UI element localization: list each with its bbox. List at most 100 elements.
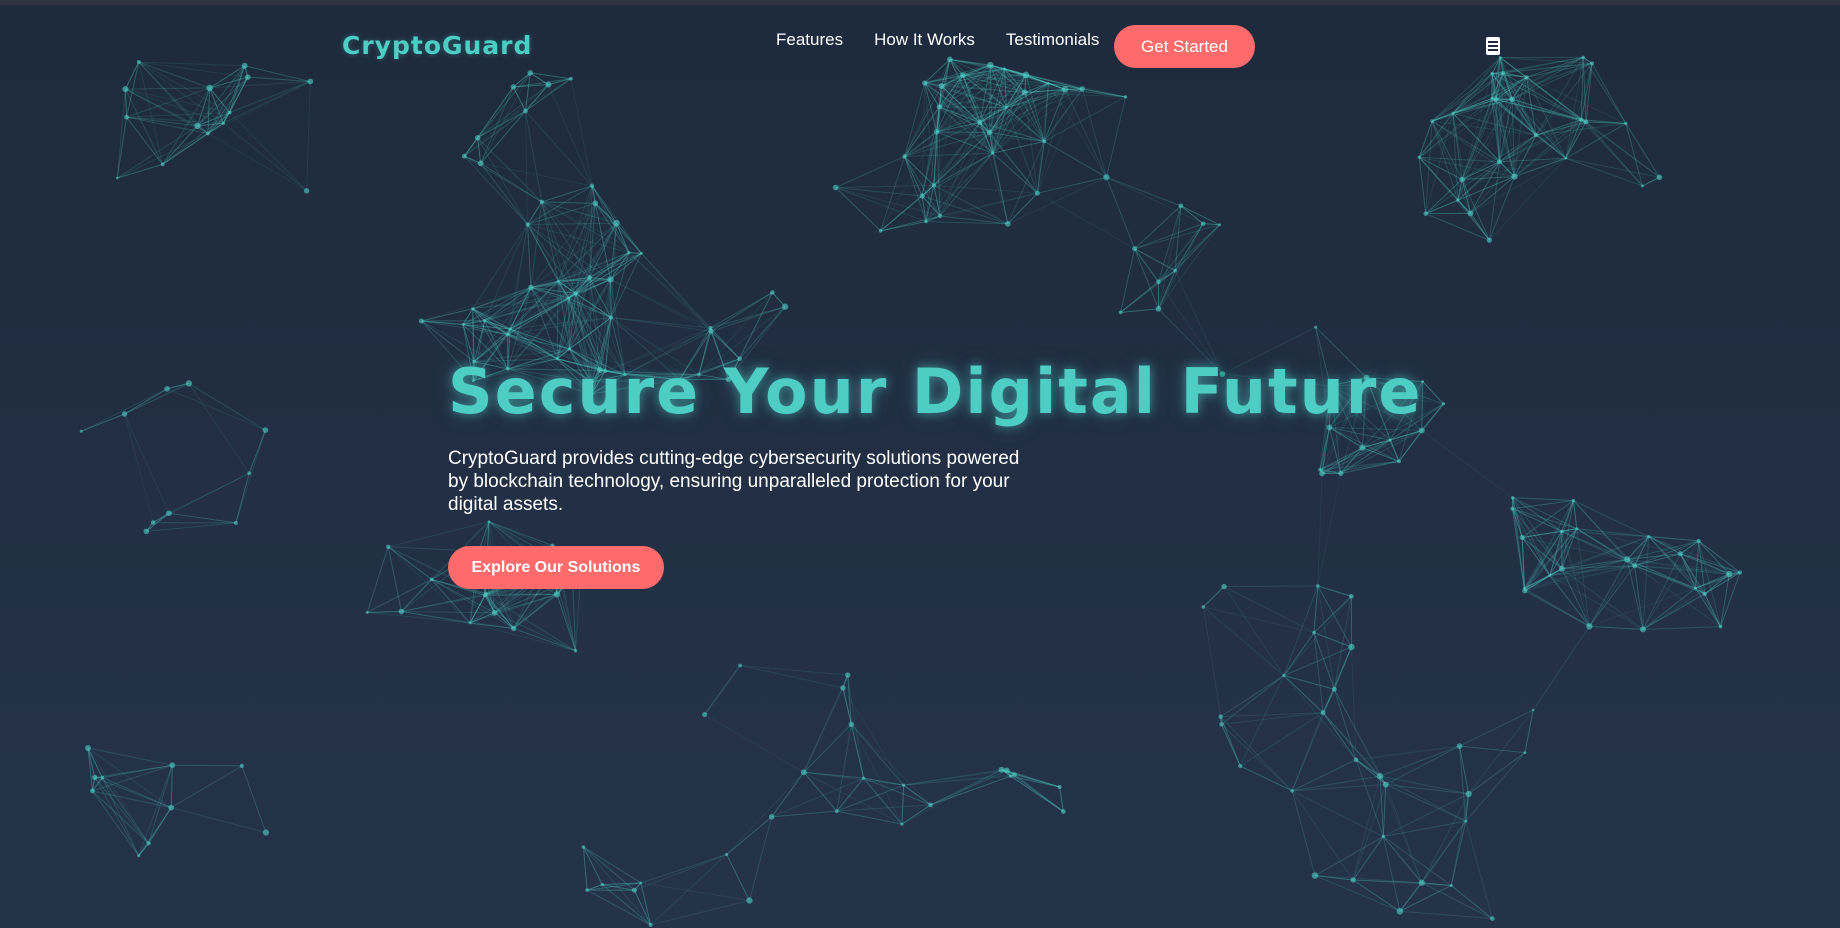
network-node	[746, 897, 753, 904]
network-link	[1418, 157, 1427, 214]
network-link	[1470, 134, 1537, 214]
network-node	[1012, 772, 1017, 777]
network-link	[1399, 910, 1493, 920]
network-link	[570, 78, 593, 186]
network-link	[1565, 123, 1627, 159]
network-link	[366, 546, 389, 613]
network-node	[1201, 605, 1206, 609]
nav-link-how-it-works[interactable]: How It Works	[874, 30, 975, 50]
network-node	[1510, 506, 1515, 511]
network-node	[1396, 907, 1404, 915]
nav-link-features[interactable]: Features	[776, 30, 843, 50]
network-node	[545, 81, 552, 88]
network-link	[1202, 606, 1222, 717]
network-link	[1044, 96, 1126, 142]
network-link	[640, 882, 750, 901]
network-link	[168, 472, 250, 514]
network-link	[480, 162, 529, 225]
network-node	[1047, 81, 1050, 85]
network-link	[477, 84, 549, 139]
network-node	[1464, 819, 1468, 823]
network-link	[1589, 625, 1643, 630]
network-link	[989, 65, 991, 133]
network-link	[209, 65, 245, 89]
network-link	[80, 388, 168, 432]
network-link	[235, 473, 250, 524]
network-link	[387, 546, 432, 580]
network-link	[1202, 586, 1225, 608]
network-node	[928, 802, 933, 808]
network-node	[1021, 89, 1028, 96]
network-link	[172, 764, 242, 767]
network-node	[609, 315, 614, 320]
network-link	[1291, 790, 1354, 881]
network-node	[977, 119, 983, 125]
network-link	[1044, 140, 1107, 178]
nav-link-testimonials[interactable]: Testimonials	[1006, 30, 1100, 50]
network-node	[525, 222, 530, 227]
network-link	[1549, 575, 1644, 630]
network-link	[1565, 157, 1643, 187]
network-node	[1523, 751, 1527, 754]
network-link	[939, 106, 1007, 108]
network-node	[702, 711, 708, 718]
network-node	[1331, 686, 1337, 692]
network-node	[1548, 574, 1552, 577]
network-node	[569, 76, 573, 81]
network-link	[1642, 626, 1721, 630]
network-node	[1456, 198, 1460, 202]
network-node	[1381, 834, 1386, 839]
network-node	[1079, 86, 1085, 92]
network-node	[1338, 470, 1344, 476]
network-link	[930, 775, 1011, 806]
network-link	[1383, 820, 1466, 838]
network-link	[771, 810, 837, 818]
network-link	[484, 593, 557, 597]
network-link	[469, 622, 576, 652]
network-node	[708, 328, 714, 334]
network-link	[1120, 308, 1159, 313]
network-node	[1581, 55, 1585, 60]
network-node	[1353, 757, 1359, 763]
network-link	[1313, 585, 1319, 633]
network-node	[1156, 279, 1161, 284]
network-link	[81, 413, 125, 432]
network-link	[464, 84, 549, 157]
network-node	[922, 80, 928, 86]
network-node	[1057, 784, 1062, 790]
network-link	[640, 854, 727, 884]
network-node	[627, 251, 631, 255]
network-node	[848, 721, 855, 728]
network-node	[936, 104, 942, 110]
network-link	[1642, 536, 1650, 630]
network-node	[227, 110, 232, 115]
network-node	[508, 327, 512, 331]
network-link	[863, 777, 904, 786]
network-node	[1623, 556, 1631, 563]
network-link	[170, 765, 173, 808]
network-link	[1565, 157, 1660, 178]
network-link	[634, 854, 727, 891]
network-node	[1511, 173, 1518, 180]
network-node	[510, 84, 517, 90]
network-node	[239, 763, 244, 768]
network-node	[1282, 673, 1286, 678]
network-link	[924, 82, 935, 186]
get-started-button[interactable]: Get Started	[1114, 25, 1255, 68]
network-node	[1218, 223, 1222, 227]
brand-logo[interactable]: CryptoGuard	[342, 31, 532, 60]
explore-solutions-button[interactable]: Explore Our Solutions	[448, 546, 664, 589]
network-node	[491, 609, 498, 616]
network-node	[934, 129, 940, 135]
network-link	[1382, 784, 1387, 837]
network-link	[904, 152, 993, 157]
network-link	[1698, 540, 1741, 573]
network-node	[1575, 527, 1579, 531]
hamburger-menu-icon[interactable]	[1486, 37, 1500, 55]
network-node	[233, 520, 238, 526]
network-link	[650, 854, 727, 926]
network-link	[1385, 745, 1460, 785]
network-node	[1314, 325, 1318, 329]
network-node	[834, 809, 839, 814]
network-link	[1106, 176, 1204, 225]
